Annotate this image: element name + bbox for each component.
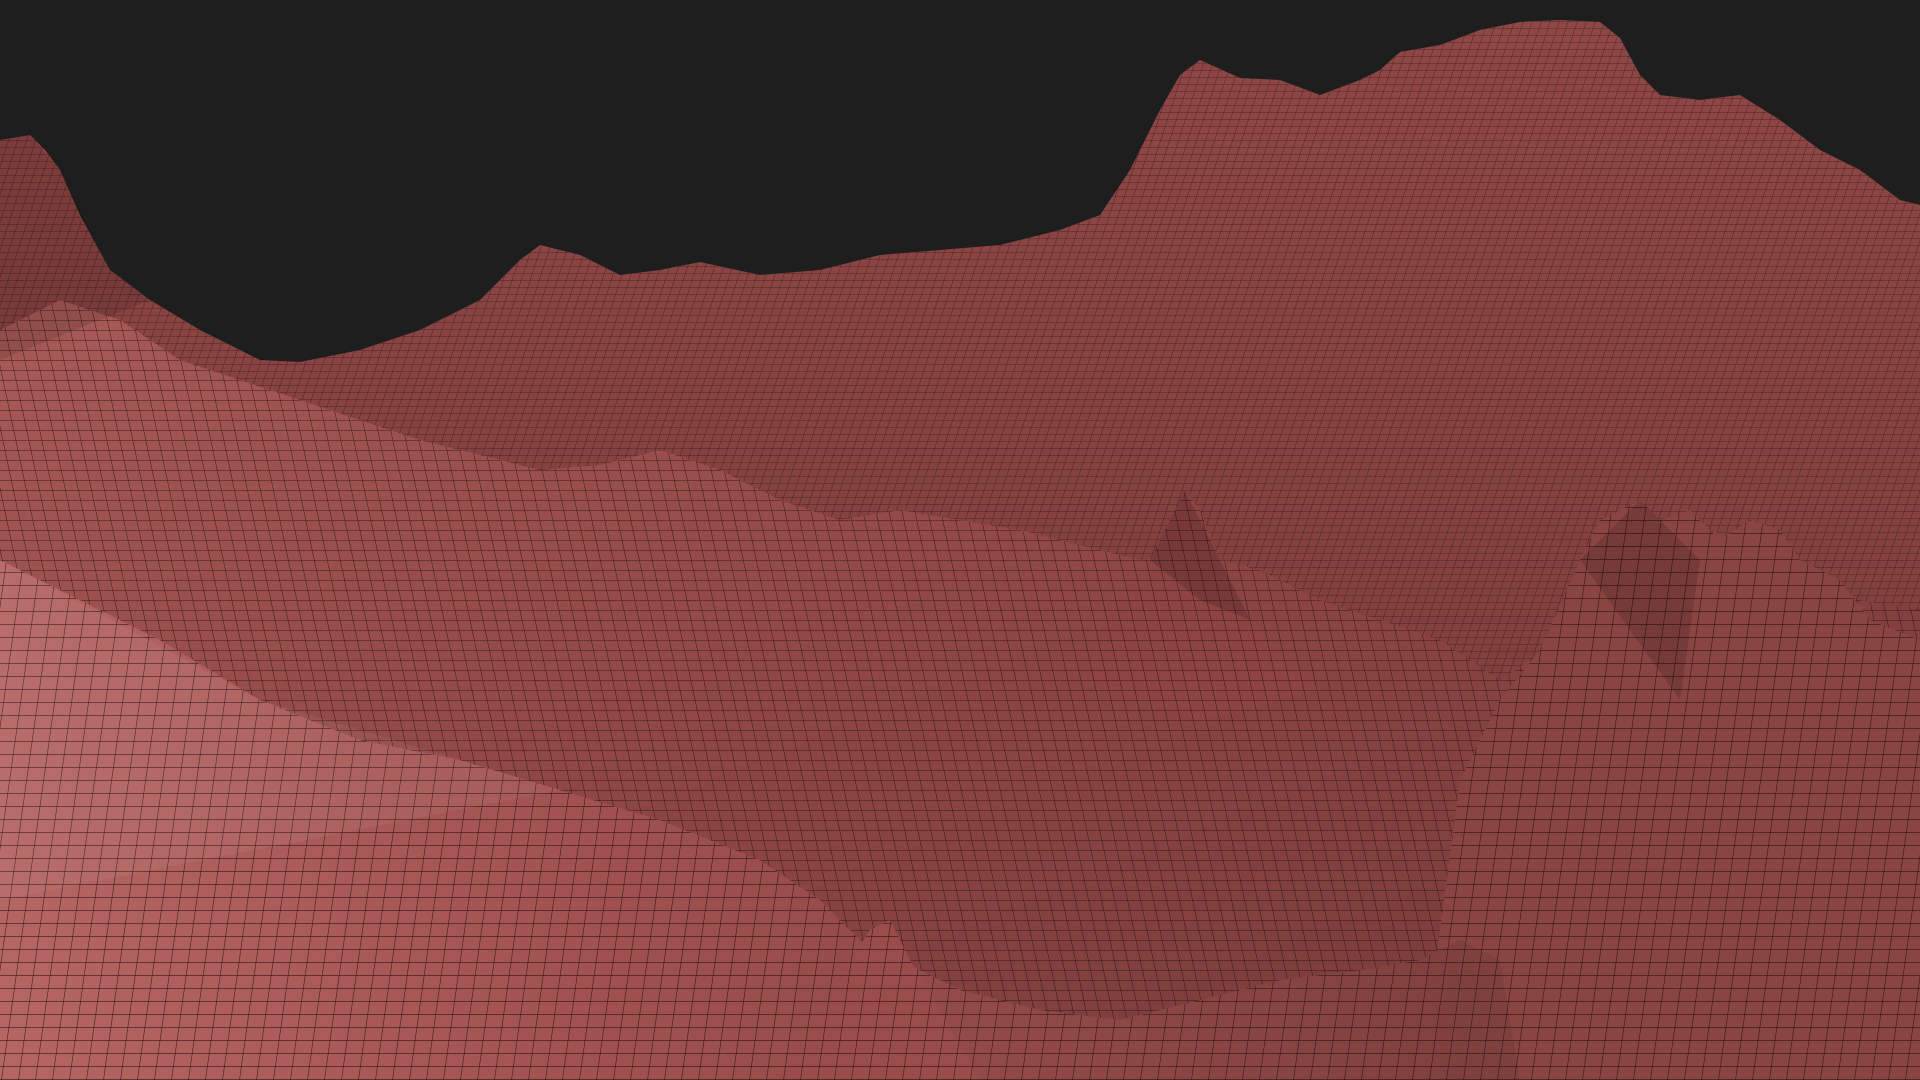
terrain-wireframe [0, 20, 1920, 1080]
terrain-render [0, 0, 1920, 1080]
